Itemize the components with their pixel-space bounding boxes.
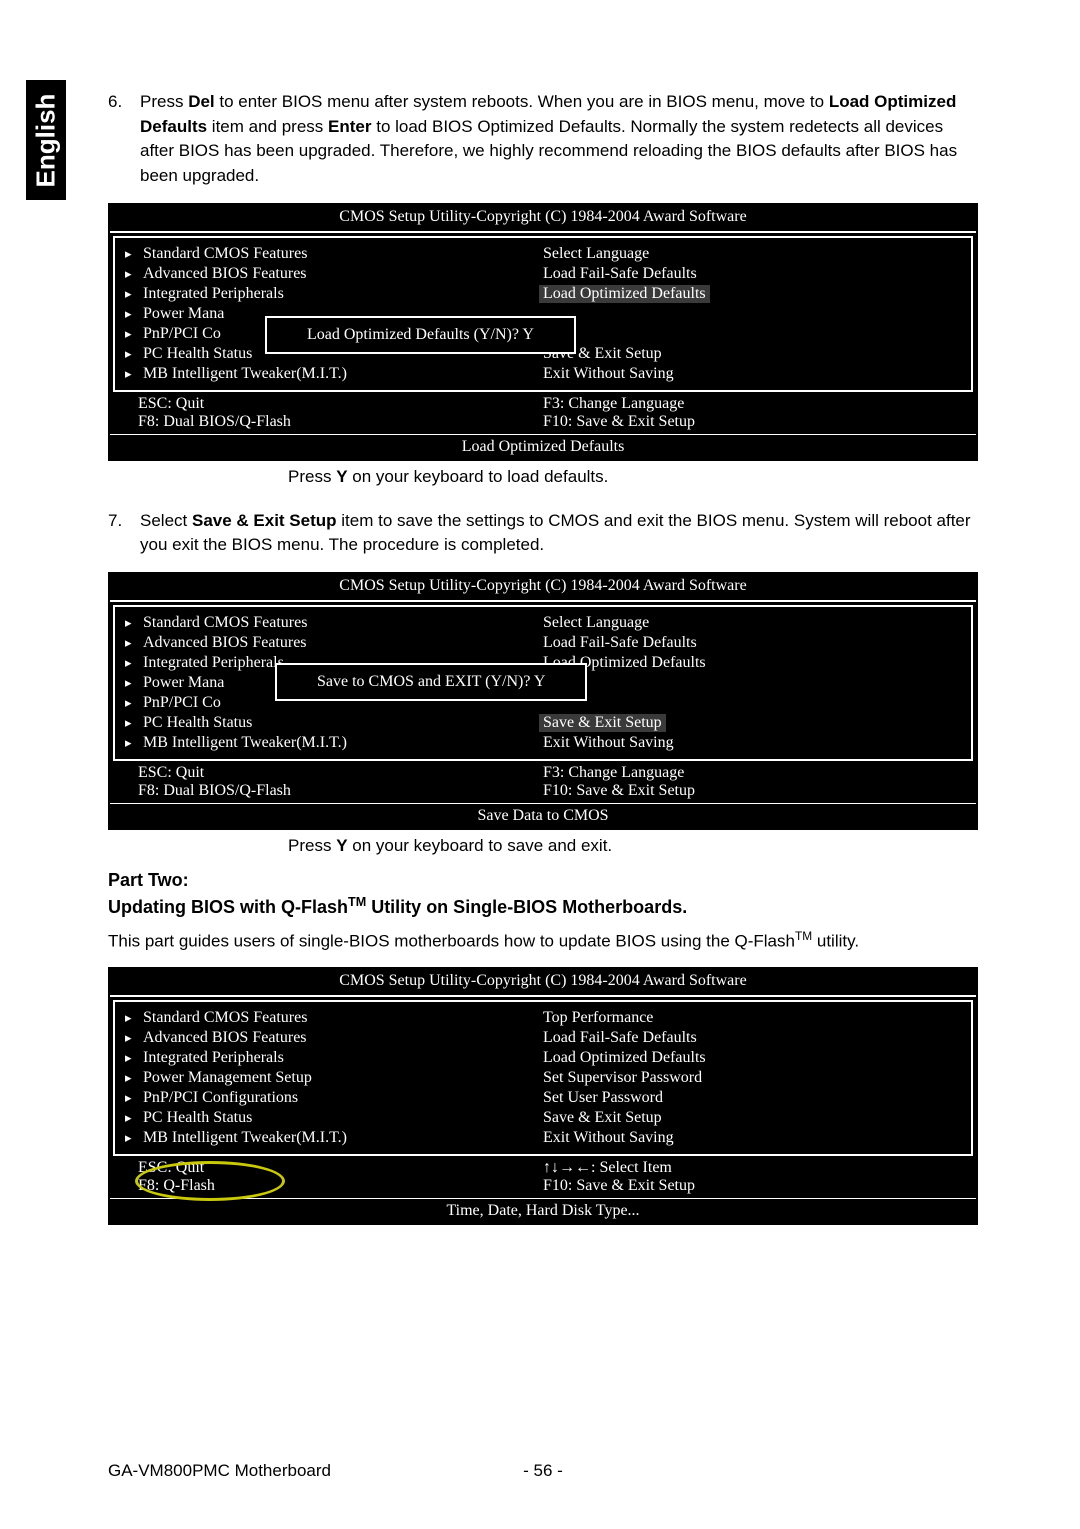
caption-1: Press Y on your keyboard to load default… [288, 467, 978, 487]
bios-menu-item: Advanced BIOS Features [143, 1028, 543, 1048]
bios-title: CMOS Setup Utility-Copyright (C) 1984-20… [110, 574, 976, 602]
bios-menu-item: Integrated Peripherals [143, 1048, 543, 1068]
caption-2: Press Y on your keyboard to save and exi… [288, 836, 978, 856]
bios-menu-item: Advanced BIOS Features [143, 264, 543, 284]
bios-menu-item: Select Language [543, 244, 971, 264]
bios-menu-item: Load Fail-Safe Defaults [543, 633, 971, 653]
bios-menu-item: Save & Exit Setup [543, 344, 971, 364]
part-two-body: This part guides users of single-BIOS mo… [108, 928, 978, 953]
bios-menu-item [543, 673, 971, 693]
bios-menu-item: Select Language [543, 613, 971, 633]
bios-screenshot-1: CMOS Setup Utility-Copyright (C) 1984-20… [108, 203, 978, 461]
bios-menu-item: Set User Password [543, 1088, 971, 1108]
bios-menu-item: Integrated Peripherals [143, 284, 543, 304]
language-tab-label: English [31, 93, 62, 187]
bios-menu-item: Load Optimized Defaults [543, 284, 971, 304]
bios-menu-item: Save & Exit Setup [543, 713, 971, 733]
step-list: Press Del to enter BIOS menu after syste… [108, 90, 978, 189]
bios-menu-item [543, 304, 971, 324]
bios-menu-item: Load Optimized Defaults [543, 653, 971, 673]
bios-menu-item: Save & Exit Setup [543, 1108, 971, 1128]
bios-footer-text: Time, Date, Hard Disk Type... [110, 1198, 976, 1223]
bios-menu-item: PC Health Status [143, 713, 543, 733]
bios-menu-item: Power Management Setup [143, 1068, 543, 1088]
bios-menu-item: MB Intelligent Tweaker(M.I.T.) [143, 364, 543, 384]
bios-menu-item: PC Health Status [143, 1108, 543, 1128]
page-footer: GA-VM800PMC Motherboard - 56 - [108, 1461, 978, 1481]
bios-screenshot-3: CMOS Setup Utility-Copyright (C) 1984-20… [108, 967, 978, 1225]
bios-menu-item: Standard CMOS Features [143, 1008, 543, 1028]
bios-menu-item: MB Intelligent Tweaker(M.I.T.) [143, 1128, 543, 1148]
footer-page-number: - 56 - [523, 1461, 563, 1481]
bios-menu-item: Load Optimized Defaults [543, 1048, 971, 1068]
bios-footer-text: Save Data to CMOS [110, 803, 976, 828]
bios-menu-item: Standard CMOS Features [143, 613, 543, 633]
bios-menu-item: MB Intelligent Tweaker(M.I.T.) [143, 733, 543, 753]
bios-screenshot-2: CMOS Setup Utility-Copyright (C) 1984-20… [108, 572, 978, 830]
bios-menu-item: Advanced BIOS Features [143, 633, 543, 653]
language-tab: English [26, 80, 66, 200]
step-7: Select Save & Exit Setup item to save th… [140, 509, 978, 558]
bios-menu-item: Set Supervisor Password [543, 1068, 971, 1088]
part-two-heading: Part Two: [108, 870, 978, 891]
bios-title: CMOS Setup Utility-Copyright (C) 1984-20… [110, 205, 976, 233]
bios-menu-item: Exit Without Saving [543, 733, 971, 753]
step-list-2: Select Save & Exit Setup item to save th… [108, 509, 978, 558]
bios-menu-item: Exit Without Saving [543, 364, 971, 384]
part-two-subheading: Updating BIOS with Q-FlashTM Utility on … [108, 895, 978, 918]
bios-menu-item [543, 693, 971, 713]
page-content: Press Del to enter BIOS menu after syste… [108, 90, 978, 1229]
bios-menu-item: Load Fail-Safe Defaults [543, 1028, 971, 1048]
step-6: Press Del to enter BIOS menu after syste… [140, 90, 978, 189]
bios-menu-item [543, 324, 971, 344]
bios-menu-item: Standard CMOS Features [143, 244, 543, 264]
bios-title: CMOS Setup Utility-Copyright (C) 1984-20… [110, 969, 976, 997]
bios-footer-text: Load Optimized Defaults [110, 434, 976, 459]
dialog-prompt: Load Optimized Defaults (Y/N)? Y [265, 316, 576, 354]
bios-menu-item: Top Performance [543, 1008, 971, 1028]
bios-menu-item: PnP/PCI Configurations [143, 1088, 543, 1108]
bios-menu-item: Load Fail-Safe Defaults [543, 264, 971, 284]
dialog-prompt: Save to CMOS and EXIT (Y/N)? Y [275, 663, 587, 701]
bios-menu-item: Exit Without Saving [543, 1128, 971, 1148]
